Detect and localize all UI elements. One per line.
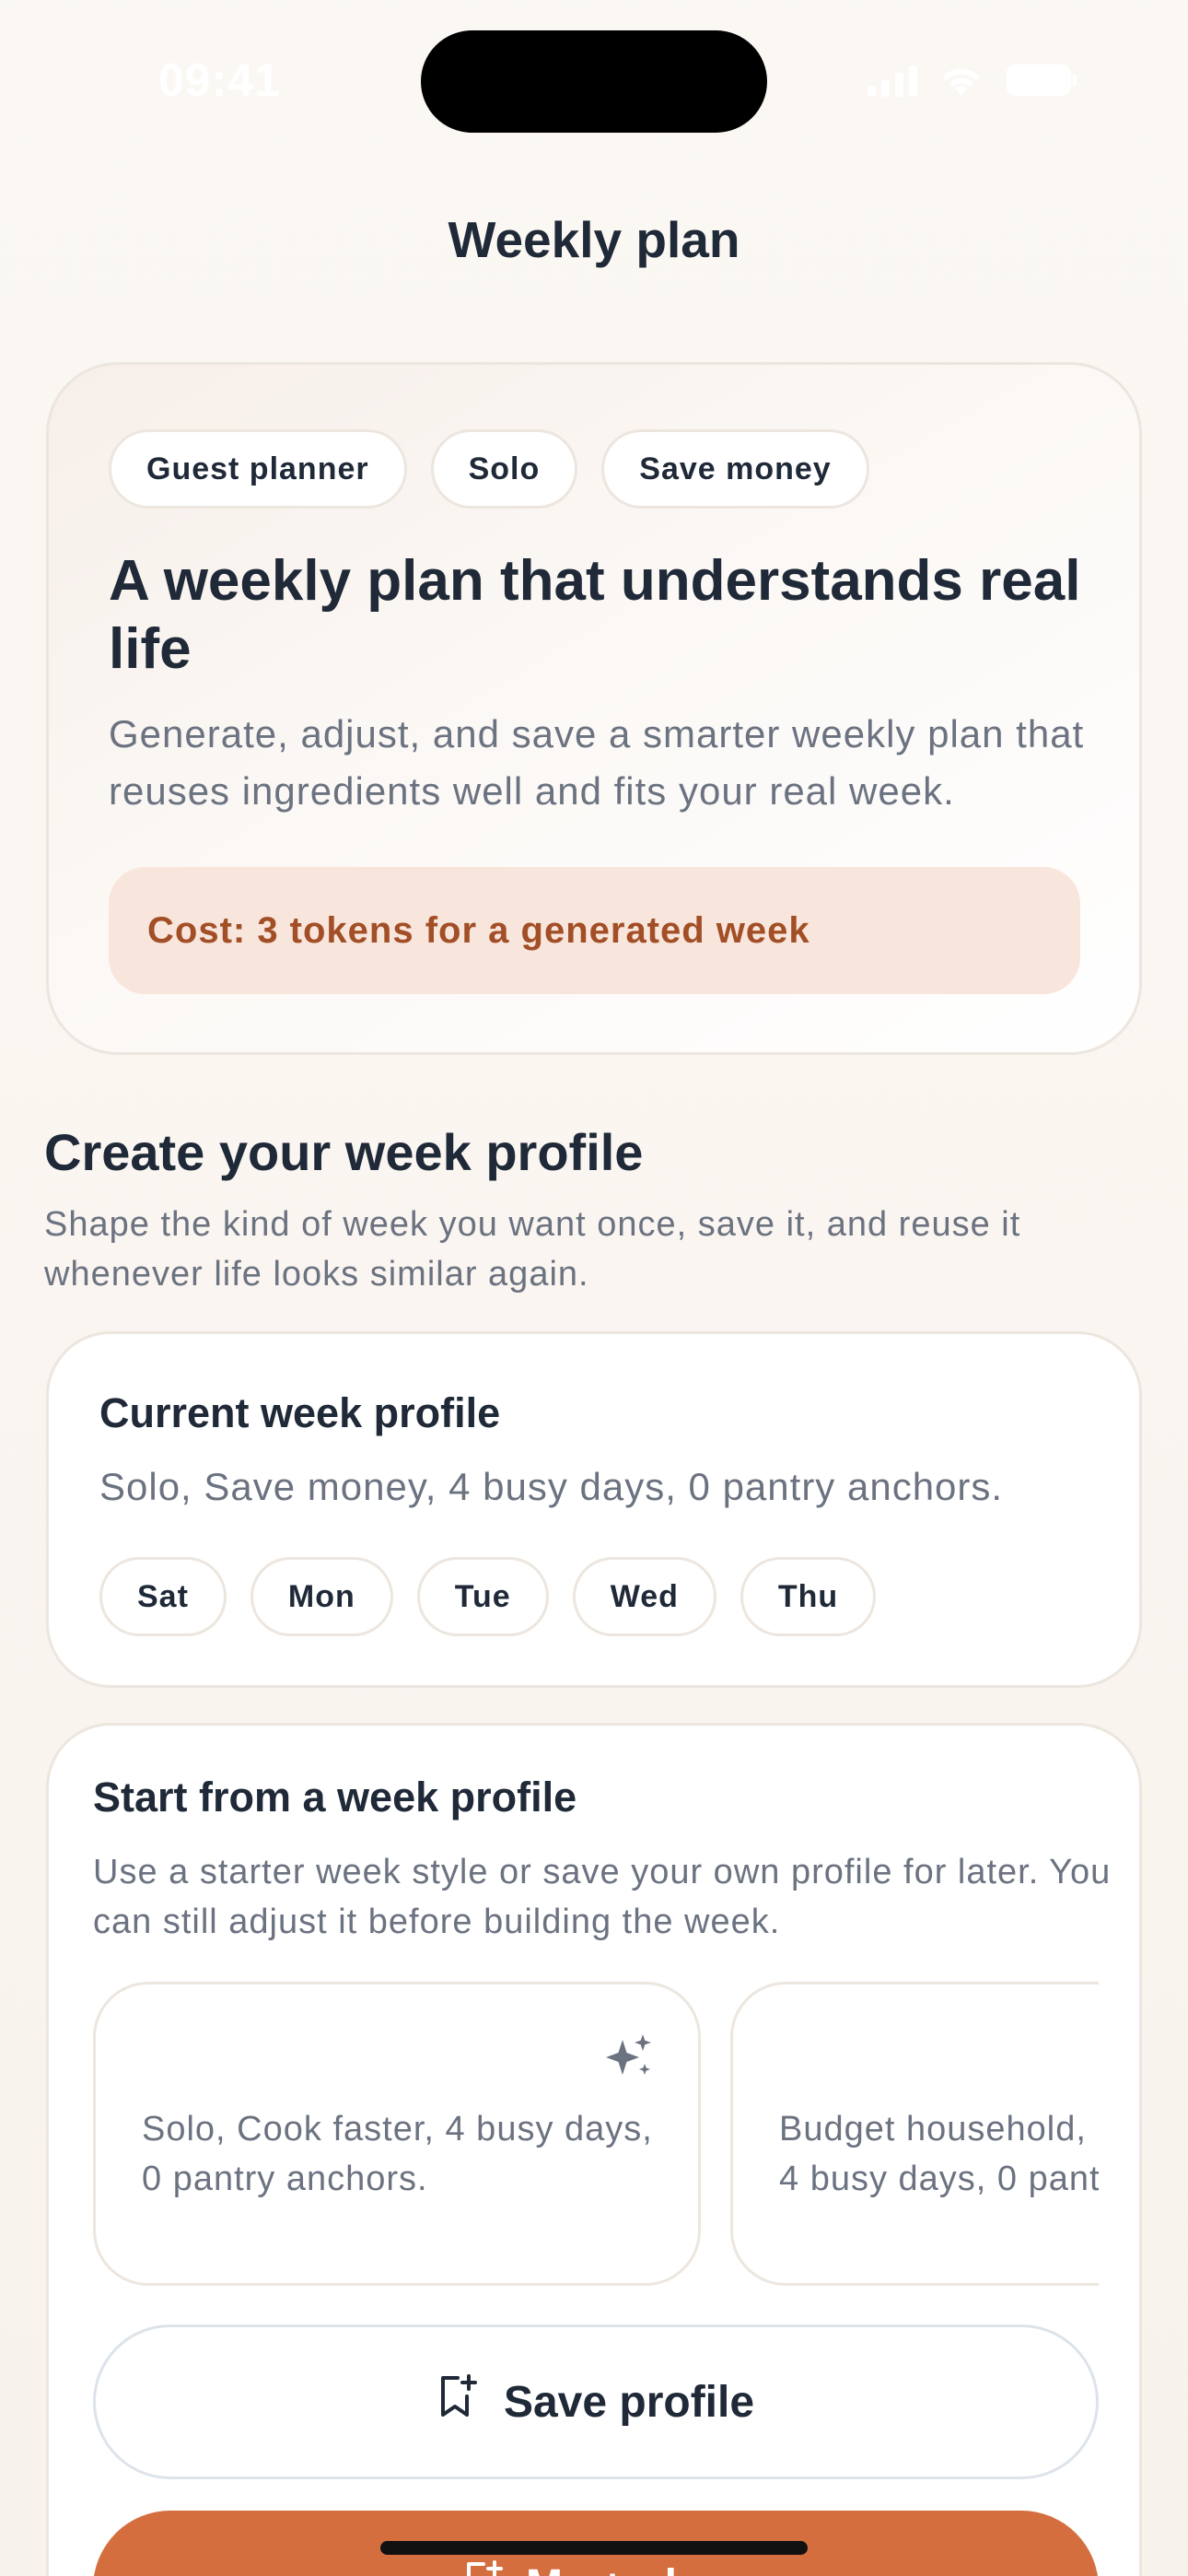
plan-add-icon	[463, 2560, 504, 2576]
bookmark-add-icon	[437, 2374, 478, 2430]
current-profile-card: Current week profile Solo, Save money, 4…	[46, 1331, 1142, 1688]
current-profile-title: Current week profile	[99, 1389, 501, 1436]
section-title: Create your week profile	[44, 1123, 644, 1181]
status-bar: 09:41	[0, 0, 1188, 157]
sparkle-icon	[604, 2032, 654, 2087]
profile-option-text: Solo, Cook faster, 4 busy days, 0 pantry…	[142, 2110, 653, 2198]
chip-save-money[interactable]: Save money	[601, 429, 869, 509]
day-chip-row: Sat Mon Tue Wed Thu	[99, 1557, 877, 1636]
day-chip-wed[interactable]: Wed	[572, 1557, 716, 1636]
day-chip-tue[interactable]: Tue	[416, 1557, 549, 1636]
chip-guest-planner[interactable]: Guest planner	[109, 429, 407, 509]
status-time: 09:41	[158, 54, 281, 106]
page-title: Weekly plan	[448, 211, 740, 268]
start-from-profile-card: Start from a week profile Use a starter …	[46, 1723, 1142, 2576]
chip-solo[interactable]: Solo	[430, 429, 578, 509]
cellular-signal-icon	[868, 64, 917, 97]
battery-icon	[1006, 64, 1077, 97]
plan-button-label: My + plan	[526, 2560, 728, 2576]
wifi-icon	[938, 63, 985, 98]
home-indicator[interactable]	[380, 2541, 808, 2555]
profile-option-card[interactable]: Budget household, Save money, 4 busy day…	[730, 1982, 1099, 2286]
start-from-description: Use a starter week style or save your ow…	[93, 1853, 1112, 1941]
profile-option-text: Budget household, Save money, 4 busy day…	[779, 2110, 1099, 2198]
hero-heading: A weekly plan that understands real life	[109, 549, 1081, 681]
hero-description: Generate, adjust, and save a smarter wee…	[109, 712, 1085, 813]
cost-banner: Cost: 3 tokens for a generated week	[109, 867, 1080, 994]
status-icons	[868, 63, 1077, 98]
section-description: Shape the kind of week you want once, sa…	[44, 1205, 1021, 1294]
hero-chip-row: Guest planner Solo Save money	[109, 429, 869, 509]
day-chip-sat[interactable]: Sat	[99, 1557, 227, 1636]
save-profile-label: Save profile	[503, 2377, 755, 2427]
day-chip-thu[interactable]: Thu	[740, 1557, 877, 1636]
day-chip-mon[interactable]: Mon	[250, 1557, 393, 1636]
profile-option-carousel[interactable]: Solo, Cook faster, 4 busy days, 0 pantry…	[93, 1982, 1099, 2288]
current-profile-summary: Solo, Save money, 4 busy days, 0 pantry …	[99, 1465, 1004, 1508]
start-from-title: Start from a week profile	[93, 1774, 577, 1821]
hero-card: Guest planner Solo Save money A weekly p…	[46, 362, 1142, 1055]
profile-option-card[interactable]: Solo, Cook faster, 4 busy days, 0 pantry…	[93, 1982, 701, 2286]
save-profile-button[interactable]: Save profile	[93, 2324, 1099, 2479]
dynamic-island	[421, 30, 767, 133]
